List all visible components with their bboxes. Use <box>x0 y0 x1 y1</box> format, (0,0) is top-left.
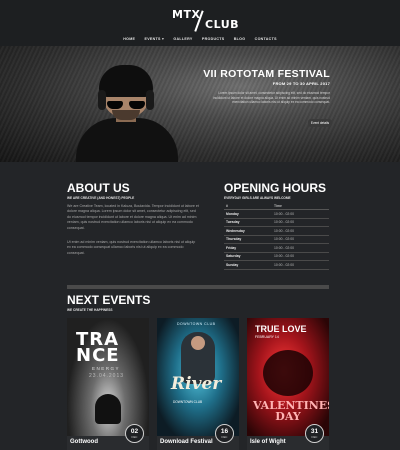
hours-time: 10:00 - 02:00 <box>274 245 294 250</box>
hours-day: Sunday <box>226 262 239 267</box>
event-card[interactable]: TRA NCE ENERGY 23.04.2013 Gottwood 02 DE… <box>67 318 149 450</box>
about-paragraph-2: Ut enim ad minim veniam, quis nostrud ex… <box>67 240 196 255</box>
hours-row: Sunday 10:00 - 02:00 <box>224 261 329 270</box>
hero-description: Lorem ipsum dolor sit amet, consectetur … <box>213 91 330 105</box>
poster-face <box>191 336 205 350</box>
dj-beanie <box>99 65 153 97</box>
hours-day: Monday <box>226 211 239 216</box>
event-month: DEC <box>131 434 138 439</box>
logo-text-club: CLUB <box>205 18 240 31</box>
nav-contacts[interactable]: CONTACTS <box>255 37 277 41</box>
event-card[interactable]: TRUE LOVE FEBRUARY 14 VALENTINES DAY Isl… <box>247 318 329 450</box>
event-date-badge: 02 DEC <box>125 424 144 443</box>
section-divider <box>67 285 329 289</box>
hours-time: 10:00 - 02:00 <box>274 262 294 267</box>
event-name[interactable]: Gottwood <box>70 439 98 445</box>
hours-day: Tuesday <box>226 220 240 225</box>
hero-texture <box>0 46 400 162</box>
site-header: MTX CLUB HOME EVENTS ▾ GALLERY PRODUCTS … <box>0 0 400 46</box>
dj-headphone-right <box>146 90 154 110</box>
poster-subtext: FEBRUARY 14 <box>255 335 279 339</box>
hours-col-time: Time <box>274 204 282 208</box>
logo-text-mtx: MTX <box>172 8 201 21</box>
hero-title: VII ROTOTAM FESTIVAL <box>203 68 330 80</box>
about-subtitle: WE ARE CREATIVE (AND HONEST) PEOPLE <box>67 196 135 200</box>
main-nav: HOME EVENTS ▾ GALLERY PRODUCTS BLOG CONT… <box>0 37 400 41</box>
nav-gallery[interactable]: GALLERY <box>173 37 192 41</box>
slider-dots <box>190 153 217 162</box>
hours-time: 10:00 - 02:00 <box>274 254 294 259</box>
hero-slider: VII ROTOTAM FESTIVAL FROM 29 TO 30 APRIL… <box>0 46 400 162</box>
hours-table: # Time Monday 10:00 - 02:00 Tuesday 10:00 -… <box>224 203 329 270</box>
event-date-badge: 31 DEC <box>305 424 324 443</box>
nav-home[interactable]: HOME <box>123 37 135 41</box>
event-month: DEC <box>311 434 318 439</box>
hours-col-day: # <box>226 204 228 208</box>
poster-top-text: DOWNTOWN CLUB <box>177 322 216 326</box>
events-subtitle: WE CREATE THE HAPPINESS <box>67 308 113 312</box>
hours-row: Tuesday 10:00 - 02:00 <box>224 219 329 227</box>
event-month: DEC <box>221 434 228 439</box>
poster-title: River <box>171 374 222 394</box>
hours-header-row: # Time <box>224 203 329 210</box>
nav-blog[interactable]: BLOG <box>234 37 246 41</box>
poster-bottom-text: DOWNTOWN CLUB <box>173 400 203 404</box>
hours-time: 10:00 - 02:00 <box>274 237 294 242</box>
poster-date: 23.04.2013 <box>89 373 125 379</box>
event-poster[interactable]: DOWNTOWN CLUB River DOWNTOWN CLUB <box>157 318 239 436</box>
event-name[interactable]: Download Festival <box>160 439 213 445</box>
hours-day: Friday <box>226 245 237 250</box>
event-card[interactable]: DOWNTOWN CLUB River DOWNTOWN CLUB Downlo… <box>157 318 239 450</box>
hours-day: Saturday <box>226 254 241 259</box>
poster-title: VALENTINES DAY <box>253 400 329 423</box>
poster-subtitle: ENERGY <box>92 366 121 371</box>
dj-body <box>76 118 178 162</box>
event-poster[interactable]: TRUE LOVE FEBRUARY 14 VALENTINES DAY <box>247 318 329 436</box>
hours-day: Wednesday <box>226 228 245 233</box>
hours-time: 10:00 - 02:00 <box>274 220 294 225</box>
poster-figure <box>263 350 313 396</box>
about-paragraph-1: We are Creative Team, located in Kaluza,… <box>67 204 199 230</box>
hours-row: Friday 10:00 - 02:00 <box>224 244 329 253</box>
event-name[interactable]: Isle of Wight <box>250 439 286 445</box>
poster-figure <box>95 394 121 424</box>
hours-row: Thursday 10:00 - 02:00 <box>224 236 329 244</box>
about-title: ABOUT US <box>67 181 130 195</box>
dj-headphone-left <box>98 90 106 110</box>
hours-row: Monday 10:00 - 02:00 <box>224 210 329 219</box>
hours-day: Thursday <box>226 237 242 242</box>
event-poster[interactable]: TRA NCE ENERGY 23.04.2013 <box>67 318 149 436</box>
poster-title: TRA NCE <box>76 331 120 366</box>
hero-date: FROM 29 TO 30 APRIL 2017 <box>272 81 330 86</box>
poster-top-text: TRUE LOVE <box>255 324 307 334</box>
hours-row: Saturday 10:00 - 02:00 <box>224 253 329 261</box>
poster-title-line2: NCE <box>76 345 120 366</box>
hero-dj-image <box>72 46 182 162</box>
event-date-badge: 16 DEC <box>215 424 234 443</box>
nav-events[interactable]: EVENTS ▾ <box>145 37 165 41</box>
events-title: NEXT EVENTS <box>67 293 151 307</box>
nav-products[interactable]: PRODUCTS <box>202 37 225 41</box>
hours-time: 10:00 - 02:00 <box>274 228 294 233</box>
event-details-button[interactable]: Event details <box>308 119 332 127</box>
hours-title: OPENING HOURS <box>224 181 327 195</box>
hours-time: 10:00 - 02:00 <box>274 211 294 216</box>
logo[interactable]: MTX CLUB <box>0 4 400 32</box>
hours-subtitle: EVERYDAY GIRLS ARE ALWAYS WELCOME <box>224 196 291 200</box>
dj-sunglasses <box>107 101 145 109</box>
poster-title-line2: DAY <box>275 410 301 423</box>
hours-row: Wednesday 10:00 - 02:00 <box>224 227 329 236</box>
